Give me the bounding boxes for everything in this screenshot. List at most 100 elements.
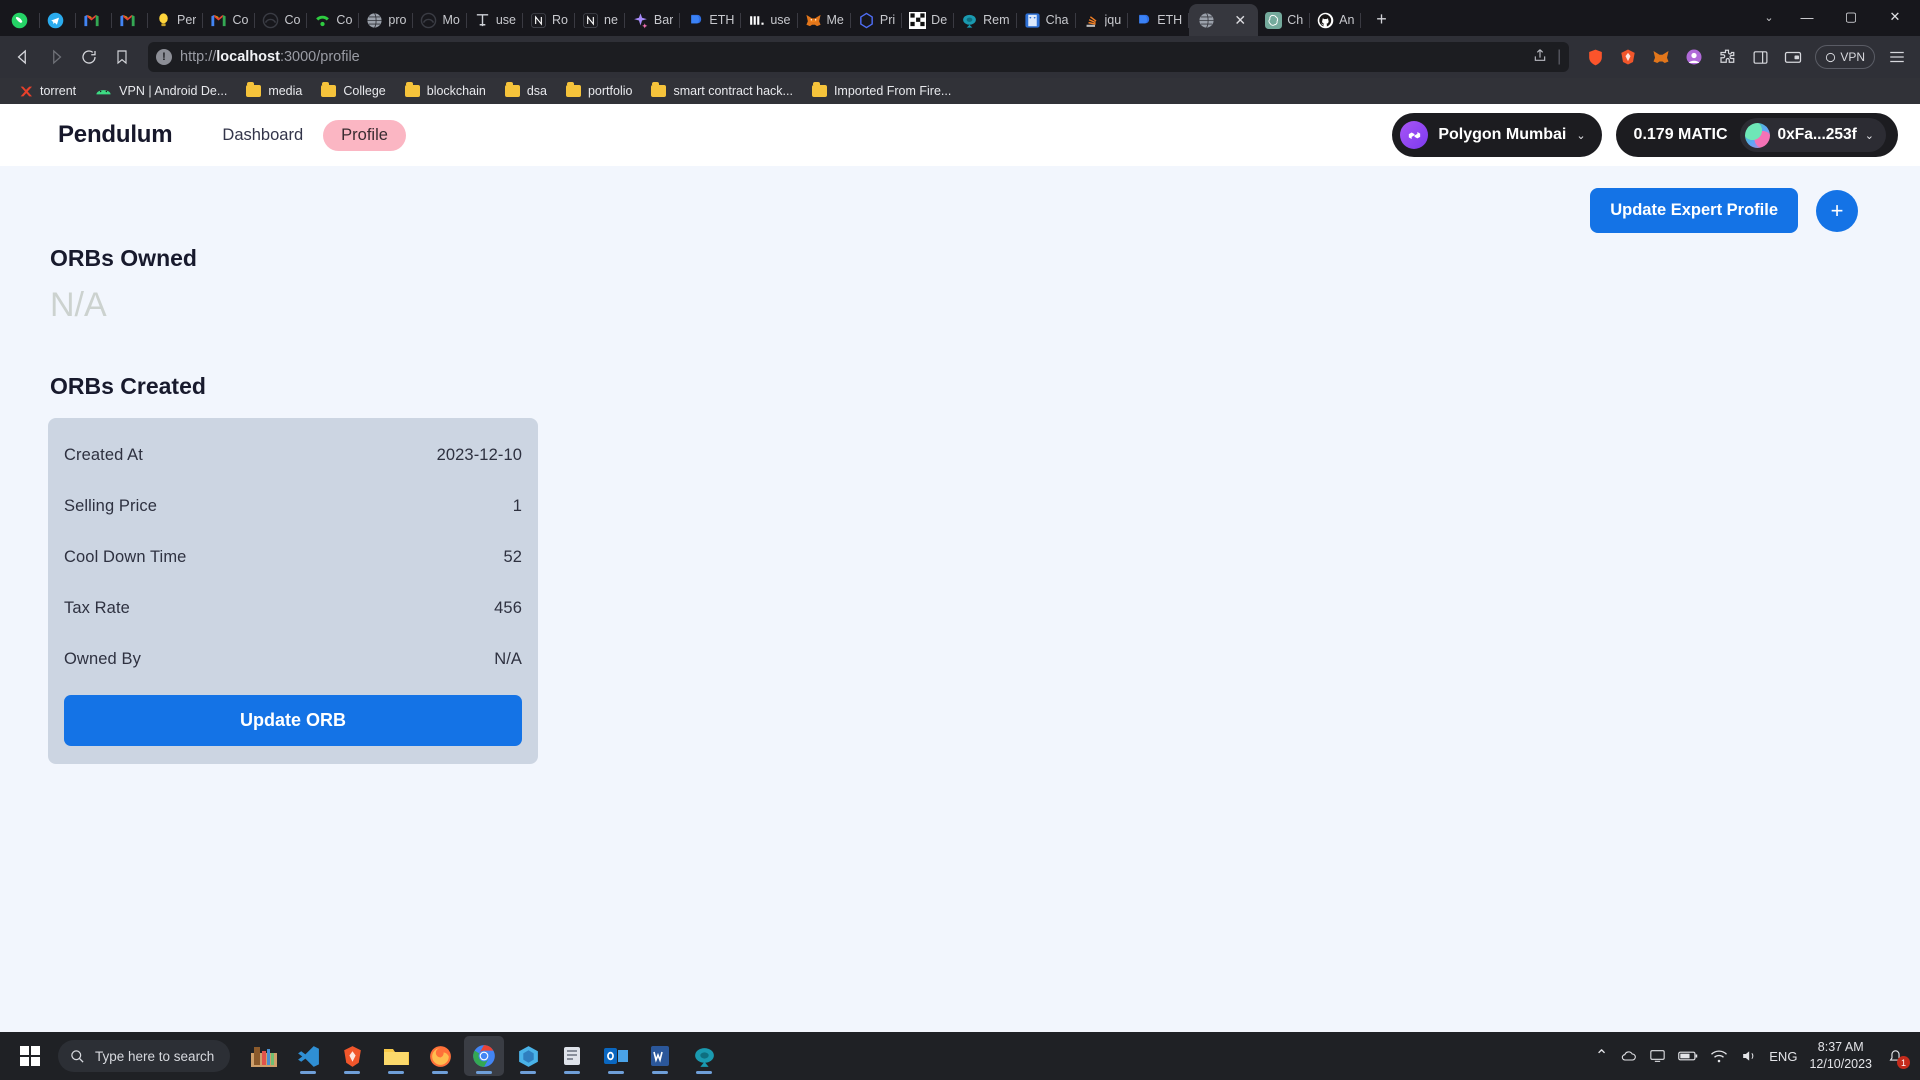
browser-tab[interactable]: ne: [575, 4, 625, 36]
taskbar-app-brave[interactable]: [332, 1036, 372, 1076]
vpn-button[interactable]: VPN: [1815, 45, 1875, 69]
bookmark-item[interactable]: blockchain: [397, 82, 494, 100]
bookmark-item[interactable]: smart contract hack...: [643, 82, 800, 100]
orb-row-label: Owned By: [64, 650, 141, 668]
browser-tab[interactable]: Co: [307, 4, 360, 36]
tab-label: Pri: [879, 13, 896, 27]
bookmark-item[interactable]: VPN | Android De...: [87, 82, 235, 100]
taskbar-app-notes[interactable]: [552, 1036, 592, 1076]
bookmark-item[interactable]: dsa: [497, 82, 555, 100]
add-orb-button[interactable]: +: [1816, 189, 1858, 232]
update-orb-button[interactable]: Update ORB: [64, 695, 522, 746]
browser-tab[interactable]: Mo: [413, 4, 467, 36]
browser-tab[interactable]: Me: [798, 4, 851, 36]
browser-tab[interactable]: [4, 4, 40, 36]
browser-tab[interactable]: Per: [148, 4, 204, 36]
browser-tab[interactable]: use: [467, 4, 524, 36]
taskbar-app-vscode[interactable]: [288, 1036, 328, 1076]
menu-icon[interactable]: [1882, 42, 1912, 72]
update-expert-profile-button[interactable]: Update Expert Profile: [1590, 188, 1798, 233]
puzzle-extensions-icon[interactable]: [1712, 42, 1742, 72]
bookmark-item[interactable]: torrent: [10, 82, 84, 100]
browser-tab-active[interactable]: ✕: [1189, 4, 1259, 36]
onedrive-icon[interactable]: [1620, 1048, 1637, 1064]
taskbar-app-store[interactable]: [244, 1036, 284, 1076]
address-bar[interactable]: ! http://localhost:3000/profile |: [148, 42, 1570, 72]
sidebar-toggle-icon[interactable]: [1745, 42, 1775, 72]
site-info-icon[interactable]: !: [156, 49, 172, 65]
browser-tab[interactable]: An: [1310, 4, 1362, 36]
start-button[interactable]: [8, 1036, 52, 1076]
taskbar-app-outlook[interactable]: [596, 1036, 636, 1076]
browser-tab[interactable]: Co: [255, 4, 308, 36]
share-icon[interactable]: [1532, 47, 1548, 68]
notion-icon: [531, 12, 546, 28]
bookmark-item[interactable]: media: [238, 82, 310, 100]
utorrent-icon: [20, 86, 32, 96]
taskbar-app-word[interactable]: [640, 1036, 680, 1076]
bookmark-label: smart contract hack...: [673, 84, 793, 98]
maximize-button[interactable]: ▢: [1830, 1, 1872, 33]
tab-label: De: [931, 13, 948, 27]
browser-tab[interactable]: De: [902, 4, 955, 36]
browser-tab[interactable]: jqu: [1076, 4, 1129, 36]
clock[interactable]: 8:37 AM 12/10/2023: [1809, 1039, 1872, 1073]
browser-tab[interactable]: [112, 4, 148, 36]
browser-tab[interactable]: Rem: [954, 4, 1017, 36]
network-selector[interactable]: Polygon Mumbai ⌄: [1392, 113, 1602, 157]
taskbar-app-explorer[interactable]: [376, 1036, 416, 1076]
browser-tab[interactable]: Pri: [851, 4, 903, 36]
taskbar-app-firefox[interactable]: [420, 1036, 460, 1076]
tab-label: Per: [177, 13, 197, 27]
tray-overflow-icon[interactable]: ⌃: [1595, 1046, 1608, 1066]
chevron-down-icon[interactable]: ⌄: [1754, 3, 1784, 31]
browser-tab[interactable]: [76, 4, 112, 36]
taskbar-app-remix[interactable]: [684, 1036, 724, 1076]
wallet-panel-icon[interactable]: [1778, 42, 1808, 72]
battery-icon[interactable]: [1678, 1049, 1698, 1063]
mirror-icon: [421, 12, 437, 28]
ethereum-icon: [691, 14, 702, 23]
close-window-button[interactable]: ✕: [1874, 1, 1916, 33]
nav-item-dashboard[interactable]: Dashboard: [212, 120, 313, 151]
minimize-button[interactable]: —: [1786, 1, 1828, 33]
bookmark-label: dsa: [526, 84, 547, 98]
folder-icon: [404, 82, 420, 97]
reload-icon[interactable]: [74, 42, 104, 72]
wifi-icon[interactable]: [1710, 1049, 1728, 1064]
wallet-button[interactable]: 0.179 MATIC 0xFa...253f ⌄: [1615, 113, 1898, 157]
display-icon[interactable]: [1649, 1048, 1666, 1064]
close-icon[interactable]: ✕: [1231, 11, 1249, 29]
forward-icon[interactable]: [41, 42, 71, 72]
bookmark-item[interactable]: Imported From Fire...: [804, 82, 959, 100]
browser-tab[interactable]: Ch: [1258, 4, 1311, 36]
browser-tab[interactable]: Co: [203, 4, 256, 36]
brave-lion-icon[interactable]: [1613, 42, 1643, 72]
browser-tab[interactable]: Cha: [1017, 4, 1076, 36]
extension-avatar-icon[interactable]: [1679, 42, 1709, 72]
nav-item-profile[interactable]: Profile: [323, 119, 406, 151]
notification-button[interactable]: 1: [1884, 1045, 1910, 1069]
search-input[interactable]: Type here to search: [58, 1040, 231, 1072]
browser-tab[interactable]: [40, 4, 76, 36]
back-icon[interactable]: [8, 42, 38, 72]
taskbar-app-chrome[interactable]: [464, 1036, 505, 1076]
language-indicator[interactable]: ENG: [1769, 1049, 1797, 1064]
tab-label: use: [495, 13, 517, 27]
wallet-extension-icon[interactable]: [1646, 42, 1676, 72]
bookmark-item[interactable]: portfolio: [558, 82, 640, 100]
volume-icon[interactable]: [1740, 1048, 1757, 1064]
browser-tab[interactable]: Ro: [523, 4, 575, 36]
brave-shields-icon[interactable]: [1580, 42, 1610, 72]
bookmark-icon[interactable]: [107, 42, 137, 72]
browser-tab[interactable]: ETH: [1128, 4, 1190, 36]
wallet-address-chip[interactable]: 0xFa...253f ⌄: [1739, 118, 1886, 152]
browser-tab[interactable]: use: [741, 4, 798, 36]
browser-tab[interactable]: pro: [359, 4, 414, 36]
browser-tab[interactable]: ETH: [680, 4, 742, 36]
new-tab-button[interactable]: +: [1367, 5, 1395, 33]
taskbar-app-postman[interactable]: [508, 1036, 548, 1076]
orb-row: Owned By N/A: [64, 634, 522, 685]
bookmark-item[interactable]: College: [313, 82, 393, 100]
browser-tab[interactable]: Bar: [625, 4, 681, 36]
